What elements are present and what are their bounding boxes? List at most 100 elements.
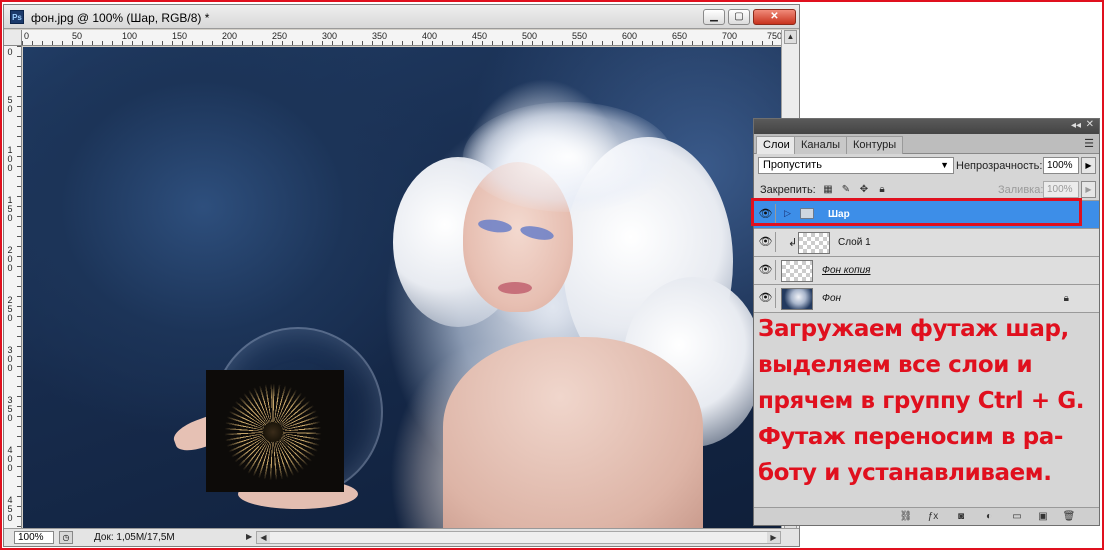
lock-position-icon[interactable]: ✥: [858, 184, 870, 196]
opacity-slider-arrow-icon[interactable]: ▶: [1081, 157, 1096, 174]
collapse-icon[interactable]: ◂◂: [1071, 120, 1081, 131]
ruler-tick-label: 550: [572, 31, 588, 41]
lock-label: Закрепить:: [760, 184, 816, 196]
firework-core: [263, 422, 283, 442]
status-info-icon[interactable]: ◷: [59, 531, 73, 544]
ruler-tick-label: 450: [472, 31, 488, 41]
ruler-tick-label: 0: [24, 31, 30, 41]
new-layer-icon[interactable]: ▣: [1036, 510, 1050, 524]
eye-icon[interactable]: 👁︎: [756, 260, 776, 280]
lock-pixels-icon[interactable]: ✎: [840, 184, 852, 196]
ruler-tick-label: 3 0 0: [7, 345, 13, 373]
ruler-tick-label: 3 5 0: [7, 395, 13, 423]
caption-line: прячем в группу Ctrl + G.: [758, 388, 1085, 414]
lock-transparency-icon[interactable]: ▦: [822, 184, 834, 196]
ruler-tick-label: 4 0 0: [7, 445, 13, 473]
clipping-arrow-icon: ↲: [788, 237, 798, 249]
trash-icon[interactable]: 🗑︎: [1062, 510, 1076, 524]
scroll-right-arrow-icon[interactable]: ▶: [767, 532, 780, 543]
panel-close-icon[interactable]: ✕: [1086, 119, 1094, 130]
ruler-tick-label: 1 0 0: [7, 145, 13, 173]
panel-menu-icon[interactable]: ☰: [1084, 137, 1094, 150]
fill-slider-arrow-icon[interactable]: ▶: [1081, 181, 1096, 198]
link-layers-icon[interactable]: ⛓: [899, 510, 913, 524]
document-window[interactable]: Ps фон.jpg @ 100% (Шар, RGB/8) * ▁ ▢ ✕ 0…: [3, 4, 800, 547]
ruler-tick-label: 4 5 0: [7, 495, 13, 523]
fill-label: Заливка:: [998, 184, 1044, 196]
document-size-info: Док: 1,05M/17,5M: [94, 532, 175, 543]
ruler-tick-label: 400: [422, 31, 438, 41]
layer-thumbnail: [781, 288, 813, 310]
layer-name: Слой 1: [838, 237, 871, 248]
caption-line: боту и устанавливаем.: [758, 460, 1052, 486]
tab-channels[interactable]: Каналы: [794, 136, 848, 154]
fill-field[interactable]: 100%: [1043, 181, 1079, 198]
layer-row-background-copy[interactable]: 👁︎ Фон копия: [754, 257, 1099, 285]
status-bar: 100% ◷ Док: 1,05M/17,5M ▶ ◀ ▶: [4, 528, 799, 546]
ruler-tick-label: 650: [672, 31, 688, 41]
ruler-tick-label: 2 0 0: [7, 245, 13, 273]
ruler-tick-label: 600: [622, 31, 638, 41]
model-lips: [498, 282, 532, 294]
document-title: фон.jpg @ 100% (Шар, RGB/8) *: [31, 11, 210, 25]
ruler-tick-label: 700: [722, 31, 738, 41]
horizontal-scrollbar[interactable]: ◀ ▶: [256, 531, 781, 544]
layer-row-background[interactable]: 👁︎ Фон 🔒︎: [754, 285, 1099, 313]
minimize-button[interactable]: ▁: [703, 9, 725, 25]
instruction-caption: Загружаем футаж шар, выделяем все слои и…: [758, 312, 1103, 492]
snowflake-crown: [463, 102, 673, 212]
blend-mode-select[interactable]: Пропустить ▼: [758, 157, 954, 174]
ruler-corner[interactable]: [4, 30, 22, 46]
lock-icon: 🔒︎: [1063, 293, 1069, 304]
lock-all-icon[interactable]: 🔒︎: [876, 184, 888, 196]
photoshop-icon: Ps: [10, 10, 24, 24]
caption-line: выделяем все слои и: [758, 352, 1033, 378]
adjustment-layer-icon[interactable]: ◐: [982, 510, 996, 524]
close-button[interactable]: ✕: [753, 9, 796, 25]
ruler-tick-label: 2 5 0: [7, 295, 13, 323]
caption-line: Загружаем футаж шар,: [758, 316, 1069, 342]
layer-thumbnail: [798, 232, 830, 254]
add-mask-icon[interactable]: ◙: [954, 510, 968, 524]
ruler-tick-label: 350: [372, 31, 388, 41]
layer-name: Фон копия: [822, 265, 871, 276]
layer-thumbnail: [781, 260, 813, 282]
eye-icon[interactable]: 👁︎: [756, 288, 776, 308]
status-menu-arrow-icon[interactable]: ▶: [246, 532, 252, 541]
maximize-button[interactable]: ▢: [728, 9, 750, 25]
chevron-down-icon: ▼: [940, 160, 949, 170]
vertical-ruler[interactable]: 0 5 0 1 0 0 1 5 0 2 0 0 2 5 0 3 0 0 3 5 …: [4, 46, 22, 529]
ruler-tick-label: 300: [322, 31, 338, 41]
horizontal-ruler[interactable]: 0 50 100 150 200 250 300 350 400 450 500…: [22, 30, 782, 46]
scroll-left-arrow-icon[interactable]: ◀: [257, 532, 270, 543]
blend-opacity-row: Пропустить ▼ Непрозрачность: 100% ▶: [754, 155, 1099, 177]
layer-name: Фон: [822, 293, 842, 304]
document-titlebar[interactable]: Ps фон.jpg @ 100% (Шар, RGB/8) * ▁ ▢ ✕: [4, 5, 799, 29]
model-shoulder: [443, 337, 703, 530]
panel-bottom-toolbar: ⛓ ƒx ◙ ◐ ▭ ▣ 🗑︎: [754, 507, 1099, 525]
blend-mode-value: Пропустить: [763, 159, 822, 171]
ruler-tick-label: 250: [272, 31, 288, 41]
ruler-tick-label: 0: [7, 47, 13, 57]
ruler-tick-label: 750: [767, 31, 783, 41]
document-canvas[interactable]: [23, 47, 782, 530]
ruler-tick-label: 100: [122, 31, 138, 41]
zoom-field[interactable]: 100%: [14, 531, 54, 544]
ruler-tick-label: 1 5 0: [7, 195, 13, 223]
panel-tabs: Слои Каналы Контуры ☰: [754, 134, 1099, 154]
layer-row-layer-1[interactable]: 👁︎ ↲ Слой 1: [754, 229, 1099, 257]
ruler-tick-label: 50: [72, 31, 83, 41]
ball-footage[interactable]: [206, 370, 344, 492]
fx-icon[interactable]: ƒx: [926, 510, 940, 524]
eye-icon[interactable]: 👁︎: [756, 232, 776, 252]
tab-layers[interactable]: Слои: [756, 136, 797, 154]
opacity-field[interactable]: 100%: [1043, 157, 1079, 174]
ruler-tick-label: 5 0: [7, 95, 13, 114]
panel-header[interactable]: ◂◂ ✕: [754, 119, 1099, 134]
ruler-tick-label: 500: [522, 31, 538, 41]
opacity-label: Непрозрачность:: [956, 160, 1043, 172]
tab-paths[interactable]: Контуры: [846, 136, 904, 154]
scroll-up-arrow-icon[interactable]: ▲: [784, 30, 797, 44]
new-group-icon[interactable]: ▭: [1010, 510, 1024, 524]
caption-line: Футаж переносим в ра-: [758, 424, 1064, 450]
